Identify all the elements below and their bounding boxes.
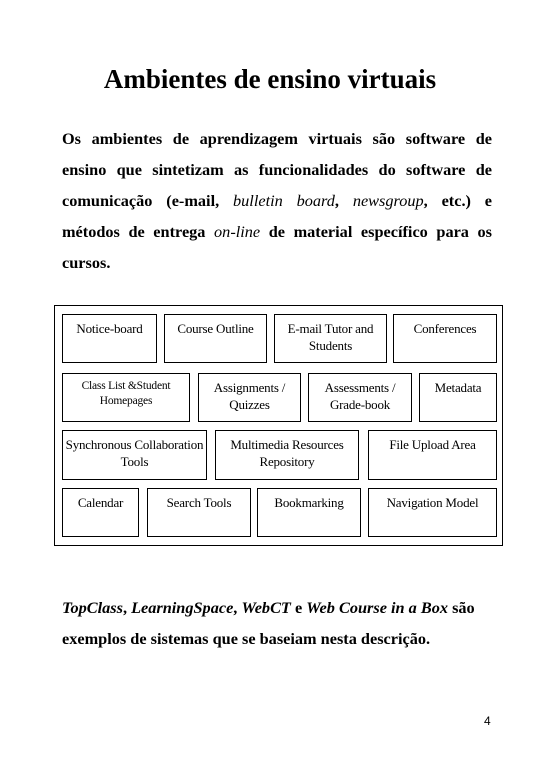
box-assignments: Assignments / Quizzes xyxy=(198,373,301,422)
features-diagram: Notice-board Course Outline E-mail Tutor… xyxy=(54,305,503,546)
term-on-line: on-line xyxy=(214,222,261,241)
box-notice-board: Notice-board xyxy=(62,314,157,363)
box-bookmarking: Bookmarking xyxy=(257,488,361,537)
box-file-upload: File Upload Area xyxy=(368,430,497,480)
page-number: 4 xyxy=(484,714,491,728)
box-navigation-model: Navigation Model xyxy=(368,488,497,537)
intro-text: , xyxy=(334,191,353,210)
box-synchronous-collaboration: Synchronous Collaboration Tools xyxy=(62,430,207,480)
term-newsgroup: newsgroup xyxy=(352,191,424,210)
system-topclass: TopClass xyxy=(62,598,123,617)
box-search-tools: Search Tools xyxy=(147,488,251,537)
box-course-outline: Course Outline xyxy=(164,314,267,363)
system-web-course-in-a-box: Web Course in a Box xyxy=(306,598,448,617)
page-title: Ambientes de ensino virtuais xyxy=(103,64,437,94)
box-assessments: Assessments / Grade-book xyxy=(308,373,412,422)
box-email-tutor: E-mail Tutor and Students xyxy=(274,314,387,363)
system-learningspace: LearningSpace xyxy=(131,598,234,617)
closing-paragraph: TopClass, LearningSpace, WebCT e Web Cou… xyxy=(62,592,502,654)
separator: , xyxy=(122,598,132,617)
box-calendar: Calendar xyxy=(62,488,139,537)
separator: e xyxy=(290,598,307,617)
term-bulletin-board: bulletin board xyxy=(233,191,335,210)
box-multimedia-repository: Multimedia Resources Repository xyxy=(215,430,359,480)
box-class-list: Class List &Student Homepages xyxy=(62,373,190,422)
box-conferences: Conferences xyxy=(393,314,497,363)
intro-paragraph: Os ambientes de aprendizagem virtuais sã… xyxy=(62,123,492,278)
box-metadata: Metadata xyxy=(419,373,497,422)
system-webct: WebCT xyxy=(241,598,291,617)
